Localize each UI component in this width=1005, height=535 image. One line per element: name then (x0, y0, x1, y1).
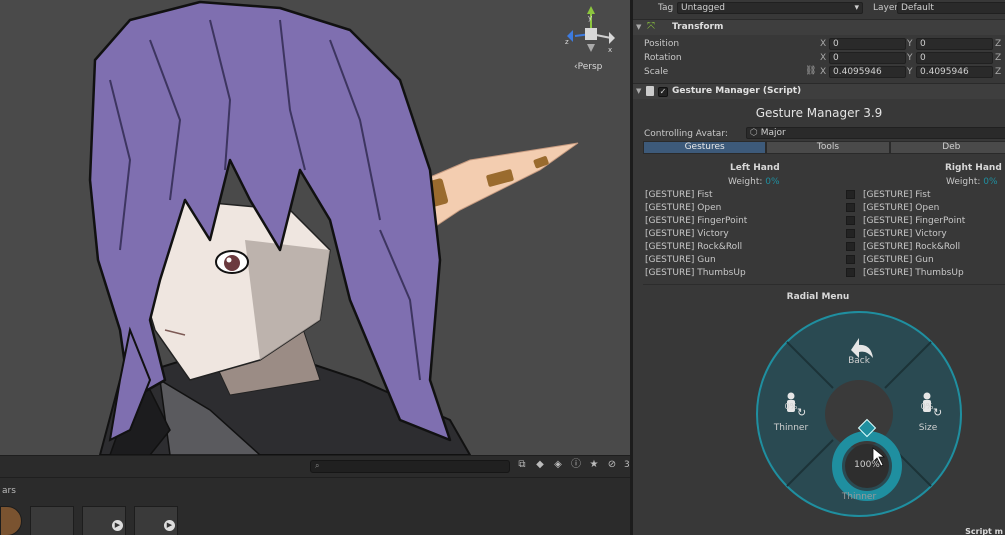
gesture-manager-header[interactable]: ▼ ✓ Gesture Manager (Script) (633, 83, 1005, 99)
radial-selected-percent: 100% (854, 460, 880, 470)
asset-thumbnail[interactable]: ▶ (82, 506, 126, 535)
asset-thumbnail[interactable]: ▶ (134, 506, 178, 535)
rotation-x-field[interactable]: 0 (829, 52, 906, 64)
scene-view[interactable]: y z x ‹Persp (0, 0, 630, 455)
tab-tools[interactable]: Tools (766, 141, 890, 154)
fold-arrow-icon[interactable]: ▼ (636, 23, 641, 31)
component-enabled-checkbox[interactable]: ✓ (658, 87, 668, 97)
link-icon[interactable]: ⛓ (805, 66, 816, 76)
divider (643, 284, 1005, 285)
left-weight: Weight: 0% (728, 177, 780, 187)
rotation-y-field[interactable]: 0 (916, 52, 993, 64)
right-gesture-gun[interactable]: [GESTURE] Gun (863, 255, 934, 265)
script-footer-label: Script m (965, 527, 1003, 535)
tab-debug[interactable]: Deb (889, 141, 1005, 154)
perspective-toggle[interactable]: ‹Persp (574, 62, 602, 72)
scale-y-field[interactable]: 0.4095946 (916, 66, 993, 78)
fold-arrow-icon[interactable]: ▼ (636, 87, 641, 95)
transform-header[interactable]: ▼ ⤧ Transform (633, 19, 1005, 35)
layer-label: Layer (873, 3, 899, 13)
left-gesture-checkbox[interactable] (846, 216, 855, 225)
right-hand-title: Right Hand (945, 163, 1002, 173)
tag-dropdown[interactable]: Untagged ▾ (677, 2, 863, 14)
rotation-label: Rotation (644, 53, 682, 63)
left-gesture-checkbox[interactable] (846, 255, 855, 264)
reset-icon[interactable]: ↻ (933, 406, 942, 419)
position-y-field[interactable]: 0 (916, 38, 993, 50)
play-icon[interactable]: ▶ (164, 520, 175, 531)
right-weight: Weight: 0% (946, 177, 998, 187)
svg-text:y: y (588, 14, 592, 22)
info-icon[interactable]: ⓘ (570, 459, 582, 471)
label-icon[interactable]: ◈ (552, 459, 564, 471)
left-gesture-rockandroll[interactable]: [GESTURE] Rock&Roll (645, 242, 742, 252)
tab-gestures[interactable]: Gestures (643, 141, 767, 154)
left-hand-title: Left Hand (730, 163, 780, 173)
tag-label: Tag (658, 3, 674, 13)
radial-menu[interactable]: Back Thinner 0% ↻ Size 0% ↻ 100% Thinner (755, 310, 963, 518)
breadcrumb[interactable]: ars (2, 486, 16, 496)
gesture-manager-tabs: Gestures Tools Deb (643, 141, 1005, 154)
radial-thinner-button[interactable]: Thinner (773, 423, 809, 433)
radial-size-button[interactable]: Size (911, 423, 945, 433)
reset-icon[interactable]: ↻ (797, 406, 806, 419)
right-gesture-rockandroll[interactable]: [GESTURE] Rock&Roll (863, 242, 960, 252)
position-x-field[interactable]: 0 (829, 38, 906, 50)
gesture-manager-title: Gesture Manager 3.9 (755, 106, 883, 120)
layer-dropdown[interactable]: Default (897, 2, 1005, 14)
right-gesture-fist[interactable]: [GESTURE] Fist (863, 190, 931, 200)
project-panel: ⌕ ⧉ ◆ ◈ ⓘ ★ ⊘ 30 ars ▶ ▶ (0, 455, 635, 535)
favorite-star-icon[interactable]: ★ (588, 459, 600, 471)
avatar-object-icon: ⬡ (750, 128, 758, 138)
left-gesture-thumbsup[interactable]: [GESTURE] ThumbsUp (645, 268, 746, 278)
left-gesture-victory[interactable]: [GESTURE] Victory (645, 229, 729, 239)
right-gesture-open[interactable]: [GESTURE] Open (863, 203, 939, 213)
package-icon[interactable]: ⧉ (516, 459, 528, 471)
left-gesture-gun[interactable]: [GESTURE] Gun (645, 255, 716, 265)
scale-x-field[interactable]: 0.4095946 (829, 66, 906, 78)
left-gesture-checkbox[interactable] (846, 190, 855, 199)
hidden-eye-icon[interactable]: ⊘ (606, 459, 618, 471)
radial-bottom-button[interactable]: Thinner (839, 492, 879, 502)
scale-label: Scale (644, 67, 669, 77)
svg-text:x: x (608, 46, 612, 54)
project-toolbar: ⌕ ⧉ ◆ ◈ ⓘ ★ ⊘ 30 (0, 456, 635, 478)
left-gesture-fist[interactable]: [GESTURE] Fist (645, 190, 713, 200)
play-icon[interactable]: ▶ (112, 520, 123, 531)
right-gesture-victory[interactable]: [GESTURE] Victory (863, 229, 947, 239)
left-gesture-checkbox[interactable] (846, 203, 855, 212)
search-icon: ⌕ (315, 461, 320, 470)
controlling-avatar-field[interactable]: ⬡ Major (746, 127, 1005, 139)
asset-thumbnail[interactable] (30, 506, 74, 535)
script-icon (646, 86, 654, 96)
orientation-gizmo[interactable]: y z x (563, 4, 615, 58)
transform-icon: ⤧ (647, 21, 655, 32)
left-gesture-open[interactable]: [GESTURE] Open (645, 203, 721, 213)
position-label: Position (644, 39, 680, 49)
left-gesture-fingerpoint[interactable]: [GESTURE] FingerPoint (645, 216, 747, 226)
filter-type-icon[interactable]: ◆ (534, 459, 546, 471)
radial-menu-graphic (756, 311, 962, 517)
left-gesture-checkbox[interactable] (846, 229, 855, 238)
chevron-down-icon: ▾ (854, 3, 859, 13)
left-gesture-checkbox[interactable] (846, 268, 855, 277)
left-gesture-checkbox[interactable] (846, 242, 855, 251)
radial-menu-title: Radial Menu (786, 292, 850, 302)
radial-back-button[interactable]: Back (839, 356, 879, 366)
asset-thumbnail[interactable] (0, 506, 22, 535)
avatar-render (88, 0, 579, 455)
svg-text:z: z (565, 38, 569, 46)
controlling-avatar-label: Controlling Avatar: (644, 129, 728, 139)
right-gesture-fingerpoint[interactable]: [GESTURE] FingerPoint (863, 216, 965, 226)
right-gesture-thumbsup[interactable]: [GESTURE] ThumbsUp (863, 268, 964, 278)
inspector-panel: Tag Untagged ▾ Layer Default ▼ ⤧ Transfo… (633, 0, 1005, 535)
project-search-input[interactable]: ⌕ (310, 460, 510, 473)
